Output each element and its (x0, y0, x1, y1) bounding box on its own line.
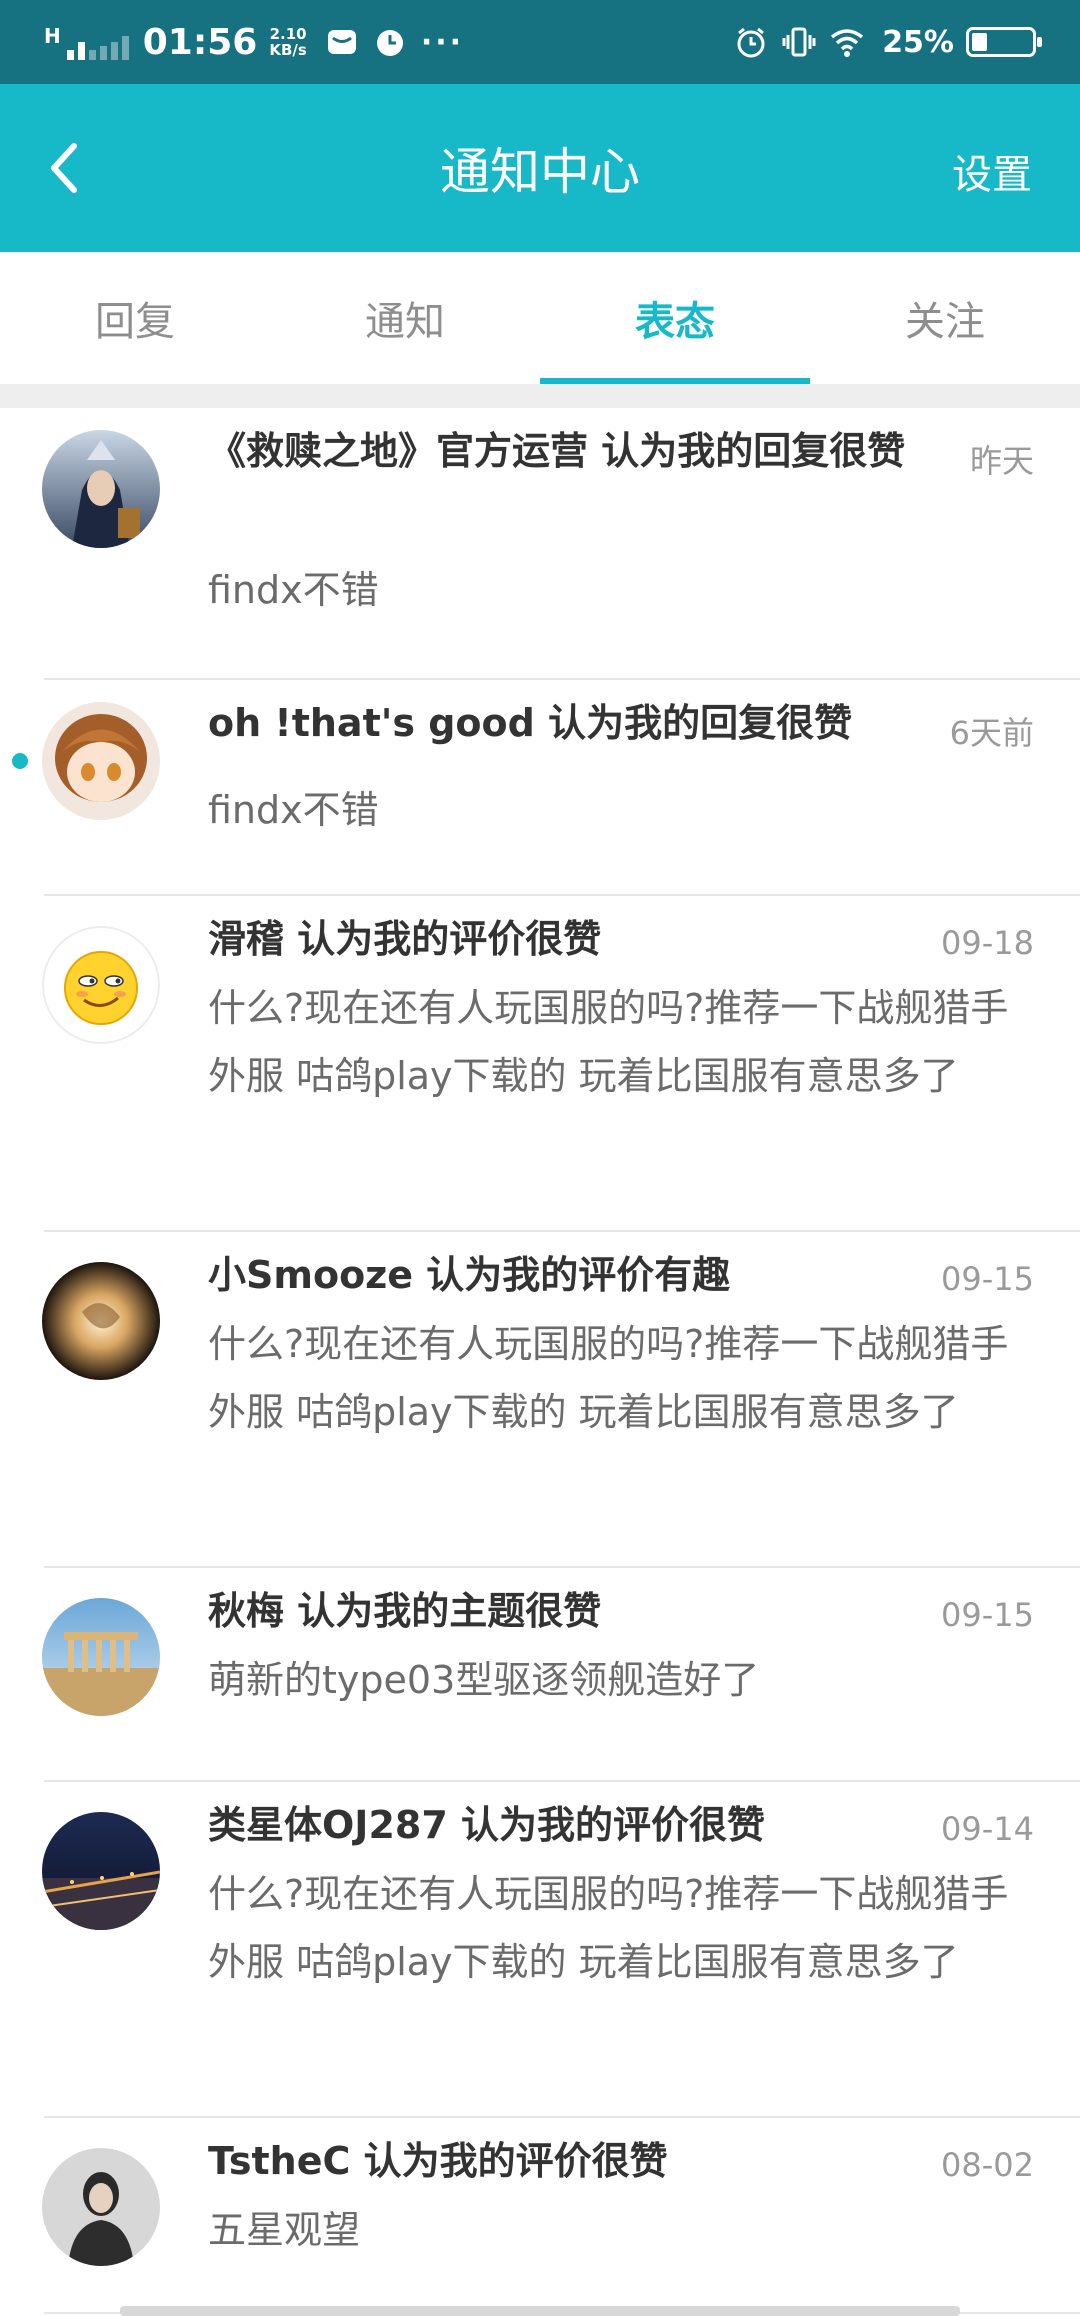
status-bar: H 01:56 2.10 KB/s ··· 25% (0, 0, 1080, 84)
tab-bar: 回复 通知 表态 关注 (0, 252, 1080, 384)
item-content: 什么?现在还有人玩国服的吗?推荐一下战舰猎手外服 咕鸽play下载的 玩着比国服… (208, 1322, 1009, 1434)
battery-fill (972, 33, 987, 51)
unread-dot (12, 753, 28, 769)
item-time: 09-14 (941, 1810, 1034, 1848)
list-item[interactable]: oh !that's good 认为我的回复很赞 6天前 findx不错 (0, 680, 1080, 896)
alarm-clock-icon (737, 27, 765, 58)
message-icon (327, 30, 356, 54)
item-time: 08-02 (941, 2146, 1034, 2184)
status-bar-left: H 01:56 2.10 KB/s ··· (44, 14, 464, 70)
status-bar-right: 25% (734, 14, 1042, 70)
item-content: 什么?现在还有人玩国服的吗?推荐一下战舰猎手外服 咕鸽play下载的 玩着比国服… (208, 986, 1009, 1098)
tab-notices[interactable]: 通知 (270, 252, 540, 384)
ruins-photo-avatar[interactable] (42, 1598, 160, 1716)
tab-label: 回复 (95, 299, 175, 345)
smirk-emoji-avatar[interactable] (42, 926, 160, 1044)
item-content: 萌新的type03型驱逐领舰造好了 (208, 1658, 760, 1702)
item-time: 09-15 (941, 1260, 1034, 1298)
item-title: oh !that's good 认为我的回复很赞 (208, 701, 853, 745)
game-character-avatar[interactable] (42, 430, 160, 548)
tab-label: 表态 (635, 299, 715, 345)
vibrate-icon (782, 27, 816, 57)
item-time: 09-15 (941, 1596, 1034, 1634)
item-time: 09-18 (941, 924, 1034, 962)
tab-label: 通知 (365, 299, 445, 345)
item-time: 昨天 (969, 442, 1034, 480)
page-title: 通知中心 (440, 143, 640, 201)
battery-percent: 25% (882, 24, 954, 60)
settings-button[interactable]: 设置 (952, 142, 1032, 200)
list-item[interactable]: 类星体OJ287 认为我的评价很赞 09-14 什么?现在还有人玩国服的吗?推荐一下… (0, 1782, 1080, 2118)
tab-follows[interactable]: 关注 (810, 252, 1080, 384)
alarm-app-icon (376, 30, 403, 56)
list-item[interactable]: 小Smooze 认为我的评价有趣 09-15 什么?现在还有人玩国服的吗?推荐一下战… (0, 1232, 1080, 1568)
section-divider (0, 384, 1080, 408)
tab-replies[interactable]: 回复 (0, 252, 270, 384)
signal-icon: H (44, 24, 129, 60)
anime-girl-avatar[interactable] (42, 702, 160, 820)
scroll-indicator (120, 2306, 960, 2316)
app-header: 通知中心 设置 (0, 84, 1080, 252)
night-city-avatar[interactable] (42, 1812, 160, 1930)
item-content: 五星观望 (208, 2208, 361, 2252)
wifi-icon (831, 29, 864, 57)
tab-reactions[interactable]: 表态 (540, 252, 810, 384)
person-photo-avatar[interactable] (42, 2148, 160, 2266)
network-speed-value: 2.10 (269, 25, 307, 43)
item-title: 滑稽 认为我的评价很赞 (208, 917, 602, 961)
network-type-label: H (44, 24, 61, 48)
list-item[interactable]: 滑稽 认为我的评价很赞 09-18 什么?现在还有人玩国服的吗?推荐一下战舰猎手外服… (0, 896, 1080, 1232)
list-item[interactable]: 《救赎之地》官方运营 认为我的回复很赞 昨天 findx不错 (0, 408, 1080, 680)
more-notifications-icon: ··· (420, 24, 465, 60)
notification-list: 《救赎之地》官方运营 认为我的回复很赞 昨天 findx不错 oh !that's g… (0, 408, 1080, 2314)
network-speed: 2.10 KB/s (269, 26, 306, 58)
network-speed-unit: KB/s (269, 41, 307, 59)
battery-icon (966, 27, 1042, 57)
item-content: 什么?现在还有人玩国服的吗?推荐一下战舰猎手外服 咕鸽play下载的 玩着比国服… (208, 1872, 1009, 1984)
item-title: TstheC 认为我的评价很赞 (208, 2139, 668, 2183)
list-item[interactable]: 秋梅 认为我的主题很赞 09-15 萌新的type03型驱逐领舰造好了 (0, 1568, 1080, 1782)
glowing-orb-avatar[interactable] (42, 1262, 160, 1380)
tab-label: 关注 (905, 299, 985, 345)
item-title: 类星体OJ287 认为我的评价很赞 (208, 1803, 765, 1847)
item-title: 《救赎之地》官方运营 认为我的回复很赞 (208, 429, 906, 473)
list-item[interactable]: TstheC 认为我的评价很赞 08-02 五星观望 (0, 2118, 1080, 2314)
item-content: findx不错 (208, 568, 379, 612)
item-title: 小Smooze 认为我的评价有趣 (208, 1253, 731, 1297)
item-time: 6天前 (949, 714, 1034, 752)
item-title: 秋梅 认为我的主题很赞 (208, 1589, 602, 1633)
status-time: 01:56 (142, 21, 258, 63)
item-content: findx不错 (208, 788, 379, 832)
